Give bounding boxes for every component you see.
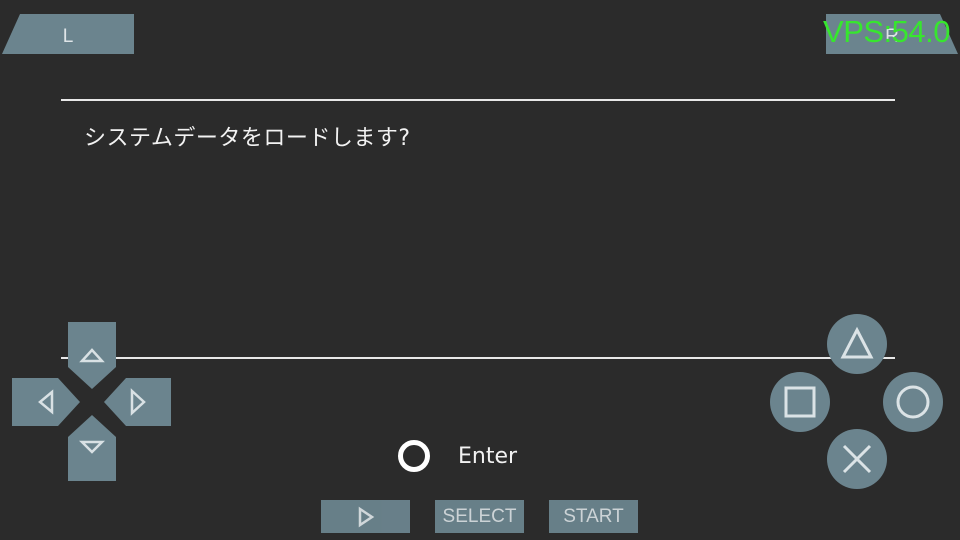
select-button[interactable]: SELECT	[435, 500, 524, 533]
dpad	[12, 322, 171, 481]
dpad-right-button[interactable]	[104, 378, 171, 426]
circle-button[interactable]	[883, 372, 943, 432]
triangle-button[interactable]	[827, 314, 887, 374]
play-button[interactable]	[321, 500, 410, 533]
cross-button[interactable]	[827, 429, 887, 489]
dpad-left-button[interactable]	[12, 378, 80, 426]
play-icon	[358, 506, 374, 527]
start-button[interactable]: START	[549, 500, 638, 533]
dpad-down-button[interactable]	[68, 415, 116, 481]
fps-readout: VPS:54.0	[823, 14, 950, 49]
dpad-up-button[interactable]	[68, 322, 116, 389]
square-button[interactable]	[770, 372, 830, 432]
